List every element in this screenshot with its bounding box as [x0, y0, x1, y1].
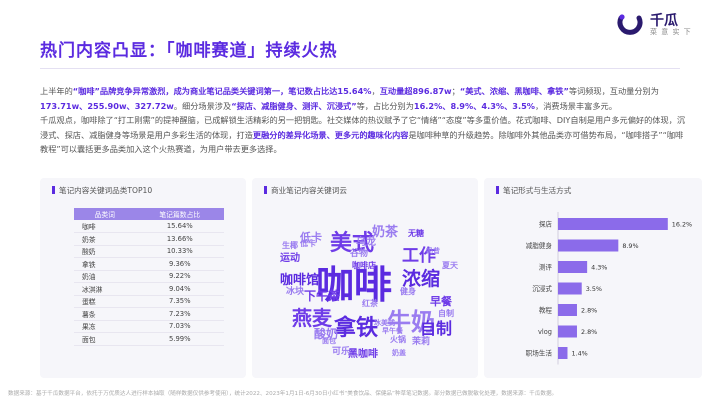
accent-bar: [0, 0, 8, 70]
table-cell-category: 奶茶: [74, 232, 136, 246]
table-cell-share: 15.64%: [135, 220, 224, 233]
category-label: 探店: [539, 220, 553, 229]
table-cell-share: 7.23%: [135, 307, 224, 321]
page-title: 热门内容凸显：「咖啡赛道」持续火热: [40, 41, 338, 61]
footer-source: 数据来源：基于千瓜数据平台，依托于万优质达人进行样本抽取（随样数据仅供参考使用）…: [8, 391, 558, 397]
table-cell-category: 咖啡: [74, 220, 136, 233]
bar: [558, 261, 588, 273]
table-row: 酸奶 10.33%: [74, 245, 224, 258]
cloud-word: 咖啡店: [352, 261, 376, 270]
bar: [558, 347, 568, 359]
cloud-word: 早午餐: [382, 327, 403, 335]
table-cell-category: 冰淇淋: [74, 282, 136, 296]
data-label: 8.9%: [622, 242, 638, 250]
cloud-word: 冰美式: [374, 319, 395, 327]
cloud-word: 谷物: [350, 249, 369, 259]
title-divider: [40, 68, 680, 69]
category-label: 沉浸式: [532, 284, 552, 293]
word-cloud: 咖啡 美式 拿铁 牛奶 燕麦 浓缩 工作 自制 咖啡馆 奶茶 下午茶 早餐 乌龙 运动 酸奶 低卡 冰块 黑咖啡茉…: [252, 178, 478, 378]
table-row: 蛋糕 7.35%: [74, 295, 224, 308]
bar: [558, 282, 582, 295]
data-label: 4.3%: [591, 264, 607, 272]
logo-icon: [617, 14, 643, 35]
table-row: 面包 5.99%: [74, 332, 224, 346]
table-row: 冰淇淋 9.04%: [74, 282, 224, 296]
table-cell-share: 9.36%: [135, 257, 224, 271]
logo-subtitle: 菜 意 实 下: [650, 28, 692, 36]
category-label: 测评: [539, 264, 553, 272]
table-cell-share: 7.35%: [135, 295, 224, 308]
cloud-word: 自制: [438, 309, 454, 318]
table-row: 拿铁 9.36%: [74, 257, 224, 271]
cloud-word: 面包: [322, 337, 336, 345]
table-panel-title: 笔记内容关键词品类TOP10: [52, 185, 152, 196]
category-label: 减脂健身: [526, 241, 553, 250]
summary-paragraph: 上半年的“咖啡”品牌竞争异常激烈，成为商业笔记品类关键词第一，笔记数占比达15.…: [40, 86, 686, 154]
keyword-table: 品类词 笔记篇数占比 咖啡 15.64% 奶茶 13.66% 酸奶 10.33% 拿铁 9.3…: [74, 208, 224, 346]
table-cell-share: 9.04%: [135, 282, 224, 296]
category-label: 教程: [539, 306, 553, 315]
data-label: 1.4%: [571, 350, 587, 358]
bar: [558, 218, 668, 230]
table-cell-category: 拿铁: [74, 257, 136, 271]
data-label: 2.8%: [581, 307, 597, 315]
table-row: 奶茶 13.66%: [74, 232, 224, 246]
table-cell-category: 薯条: [74, 307, 136, 321]
cloud-word: 奶盖: [392, 349, 406, 357]
data-label: 16.2%: [672, 221, 692, 229]
cloud-word: 茉莉: [412, 337, 431, 347]
brand-logo: 千瓜 菜 意 实 下: [616, 10, 698, 40]
cloud-word: 夏天: [442, 261, 458, 270]
table-cell-category: 蛋糕: [74, 295, 136, 308]
cloud-word: 乌龙: [356, 237, 376, 248]
table-cell-share: 5.99%: [135, 332, 224, 346]
table-cell-category: 酸奶: [74, 245, 136, 258]
cloud-word: 无糖: [408, 229, 424, 238]
cloud-word: 咖啡馆: [280, 273, 320, 288]
bar: [558, 304, 577, 316]
table-cell-share: 9.22%: [135, 270, 224, 283]
cloud-word: 拿铁: [334, 316, 379, 341]
cloud-word: 奶昔: [426, 247, 440, 255]
table-row: 果冻 7.03%: [74, 320, 224, 333]
table-cell-share: 13.66%: [135, 232, 224, 246]
cloud-word: 可乐: [332, 347, 351, 357]
category-label: 职场生活: [526, 349, 553, 358]
cloud-word: 下午茶: [304, 289, 341, 303]
word-cloud-panel: 商业笔记内容关键词云 咖啡 美式 拿铁 牛奶 燕麦 浓缩 工作 自制 咖啡馆 奶茶 下午茶 早餐 乌龙运…: [252, 178, 478, 378]
table-cell-share: 7.03%: [135, 320, 224, 333]
keyword-table-panel: 笔记内容关键词品类TOP10 品类词 笔记篇数占比 咖啡 15.64% 奶茶 13.6…: [40, 178, 246, 378]
table-header-category: 品类词: [74, 208, 136, 220]
table-cell-category: 果冻: [74, 320, 136, 333]
bar: [558, 325, 577, 338]
cloud-word: 自制: [420, 319, 453, 338]
cloud-word: 燕麦: [292, 306, 332, 330]
data-label: 3.5%: [586, 285, 602, 293]
table-cell-share: 10.33%: [135, 245, 224, 258]
cloud-word: 低卡: [300, 239, 316, 248]
cloud-word: 红茶: [362, 299, 378, 308]
bar: [558, 239, 619, 252]
category-label: vlog: [538, 328, 552, 336]
cloud-word: 运动: [280, 253, 300, 264]
table-cell-category: 奶油: [74, 270, 136, 283]
cloud-word: 黑咖啡: [348, 349, 378, 360]
table-row: 薯条 7.23%: [74, 307, 224, 321]
cloud-word: 健身: [400, 287, 416, 296]
bar-chart-panel: 笔记形式与生活方式 探店 16.2% 减脂健身 8.9% 测评 4.3% 沉浸式 3.5% 教程…: [484, 178, 702, 378]
cloud-word: 早餐: [430, 295, 452, 308]
cloud-word: 冰块: [286, 287, 305, 297]
data-label: 2.8%: [581, 328, 597, 336]
table-row: 咖啡 15.64%: [74, 220, 224, 233]
table-row: 奶油 9.22%: [74, 270, 224, 283]
cloud-word: 生椰: [282, 241, 298, 250]
bar-chart: 探店 16.2% 减脂健身 8.9% 测评 4.3% 沉浸式 3.5% 教程 2.8% vlog 2.…: [526, 212, 692, 365]
table-cell-category: 面包: [74, 332, 136, 346]
table-header-share: 笔记篇数占比: [135, 208, 224, 220]
cloud-word: 火锅: [390, 335, 406, 344]
